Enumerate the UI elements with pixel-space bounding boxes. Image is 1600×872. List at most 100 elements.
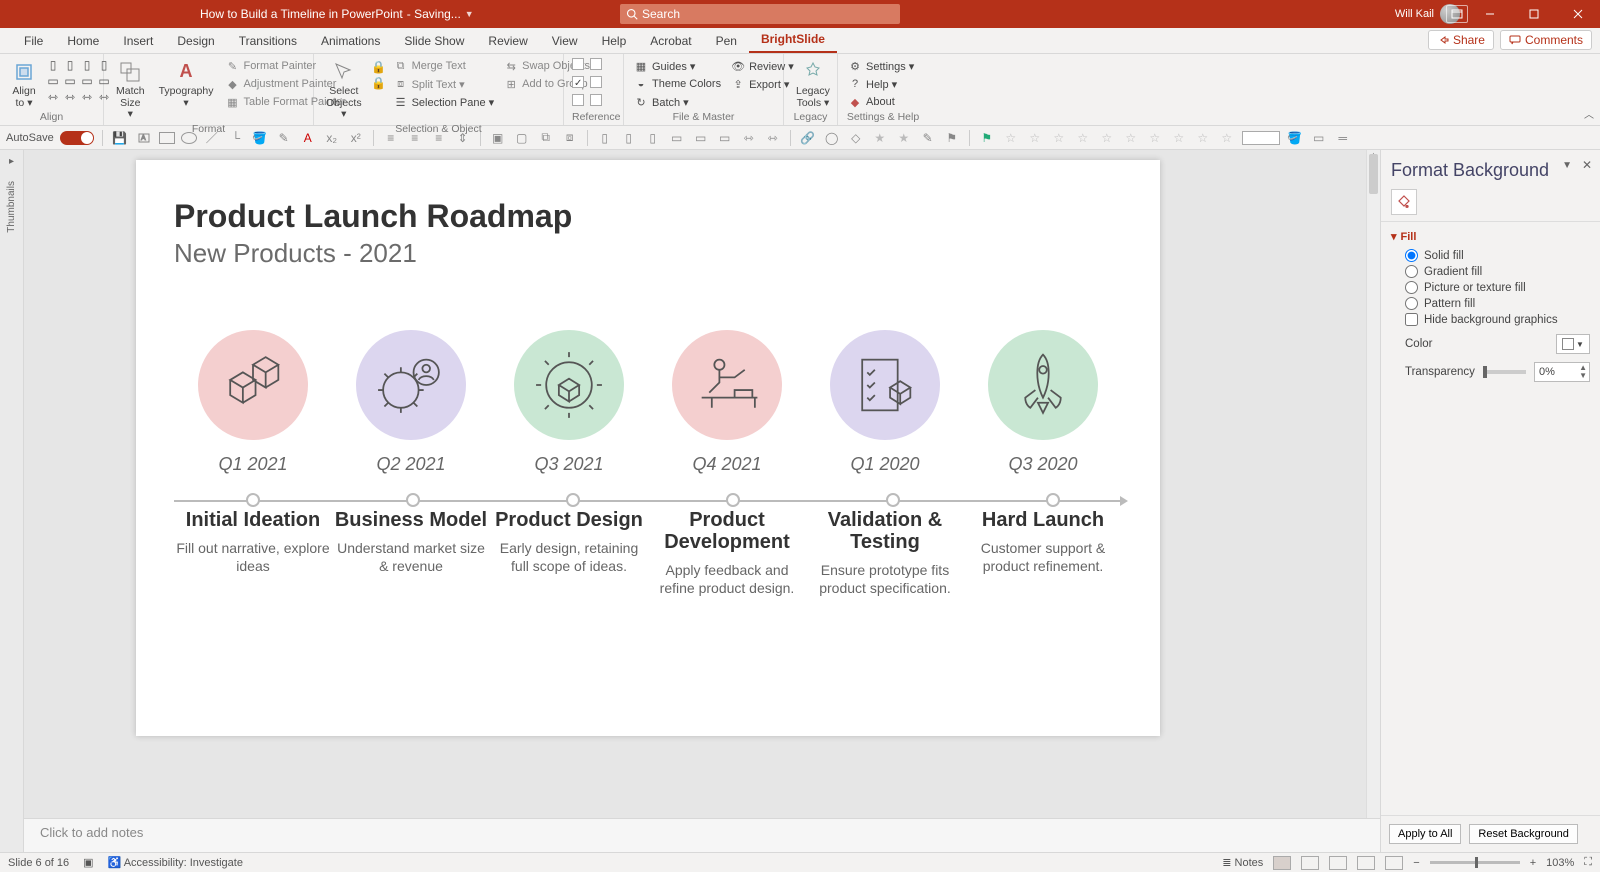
help-button[interactable]: ?Help ▾ [846,76,916,92]
tab-slideshow[interactable]: Slide Show [392,30,476,53]
ref-check-4[interactable] [590,76,602,88]
fav9-icon[interactable]: ☆ [1194,129,1212,147]
doc-dropdown-icon[interactable]: ▼ [465,9,474,19]
fit-to-window-button[interactable]: ⛶ [1584,856,1592,869]
notes-panel[interactable]: Click to add notes [24,818,1380,852]
dist3-icon[interactable]: ⇿ [80,90,94,104]
vertical-scrollbar[interactable]: ▲ ▼ [1366,150,1380,852]
align-top-icon[interactable]: ▭ [46,74,60,88]
select-objects-button[interactable]: Select Objects ▾ [322,58,366,123]
timeline-item[interactable]: Q4 2021 Product Development Apply feedba… [648,330,806,597]
tab-insert[interactable]: Insert [111,30,165,53]
qat-more-icon[interactable]: ═ [1334,129,1352,147]
share-button[interactable]: Share [1428,30,1494,50]
timeline-item[interactable]: Q1 2021 Initial Ideation Fill out narrat… [174,330,332,597]
pattern-fill-radio[interactable]: Pattern fill [1405,297,1590,310]
align-to-button[interactable]: Align to ▾ [8,58,40,111]
align-obj3-icon[interactable]: ▯ [644,129,662,147]
align-obj5-icon[interactable]: ▭ [692,129,710,147]
ref-check-3[interactable] [572,76,584,88]
dist-obj1-icon[interactable]: ⇿ [740,129,758,147]
batch-button[interactable]: ↻Batch ▾ [632,94,723,110]
tab-acrobat[interactable]: Acrobat [638,30,703,53]
crop-icon[interactable]: ◯ [823,129,841,147]
zoom-value[interactable]: 103% [1546,857,1574,869]
tab-transitions[interactable]: Transitions [227,30,309,53]
lock-icon[interactable]: 🔒 [372,60,386,74]
transparency-input[interactable]: 0%▲▼ [1534,362,1590,382]
fav6-icon[interactable]: ☆ [1122,129,1140,147]
align-bot-icon[interactable]: ▭ [80,74,94,88]
settings-button[interactable]: ⚙Settings ▾ [846,58,916,74]
match-size-button[interactable]: Match Size ▾ [112,58,149,123]
align-mid-icon[interactable]: ▭ [63,74,77,88]
slide-canvas[interactable]: Product Launch Roadmap New Products - 20… [24,150,1380,852]
slide-indicator[interactable]: Slide 6 of 16 [8,857,69,869]
star1-icon[interactable]: ★ [871,129,889,147]
split-text-button[interactable]: ⧈Split Text ▾ [392,76,497,92]
tab-help[interactable]: Help [590,30,639,53]
scrollbar-thumb[interactable] [1369,154,1378,194]
tab-review[interactable]: Review [476,30,539,53]
language-icon[interactable]: ▣ [83,856,93,869]
eyedrop-icon[interactable]: ✎ [919,129,937,147]
fav7-icon[interactable]: ☆ [1146,129,1164,147]
link-icon[interactable]: 🔗 [799,129,817,147]
selection-pane-button[interactable]: ☰Selection Pane ▾ [392,94,497,110]
star2-icon[interactable]: ★ [895,129,913,147]
color-picker-button[interactable]: ▼ [1556,334,1590,354]
zoom-in-button[interactable]: + [1530,857,1536,869]
reading-view-button[interactable] [1329,856,1347,870]
picture-fill-radio[interactable]: Picture or texture fill [1405,281,1590,294]
pane-options-icon[interactable]: ▼ [1562,160,1572,171]
align-right-icon[interactable]: ▯ [80,58,94,72]
zoom-slider[interactable] [1430,861,1520,864]
document-title[interactable]: How to Build a Timeline in PowerPoint - … [200,7,474,21]
gradient-fill-radio[interactable]: Gradient fill [1405,265,1590,278]
outline-applied-icon[interactable]: ▭ [1310,129,1328,147]
align-left-icon[interactable]: ▯ [46,58,60,72]
timeline-item[interactable]: Q3 2020 Hard Launch Customer support & p… [964,330,1122,597]
collapse-ribbon-button[interactable]: ︿ [1584,106,1594,121]
ref-check-1[interactable] [572,58,584,70]
timeline-item[interactable]: Q1 2020 Validation & Testing Ensure prot… [806,330,964,597]
slide[interactable]: Product Launch Roadmap New Products - 20… [136,160,1160,736]
legacy-tools-button[interactable]: Legacy Tools ▾ [792,58,834,111]
autosave-toggle[interactable] [60,131,94,145]
align-obj1-icon[interactable]: ▯ [596,129,614,147]
slide-title[interactable]: Product Launch Roadmap [174,198,572,235]
dist-h-icon[interactable]: ⇿ [46,90,60,104]
ref-check-2[interactable] [590,58,602,70]
presenter-view-button[interactable] [1385,856,1403,870]
solid-fill-radio[interactable]: Solid fill [1405,249,1590,262]
fill-section-header[interactable]: ▾Fill [1391,230,1590,243]
comments-button[interactable]: Comments [1500,30,1592,50]
fav5-icon[interactable]: ☆ [1098,129,1116,147]
fav3-icon[interactable]: ☆ [1050,129,1068,147]
thumbnail-rail[interactable]: ▸ Thumbnails [0,150,24,852]
reset-background-button[interactable]: Reset Background [1469,824,1578,844]
zoom-out-button[interactable]: − [1413,857,1419,869]
fav1-icon[interactable]: ☆ [1002,129,1020,147]
transparency-slider[interactable] [1483,370,1526,374]
typography-button[interactable]: ATypography ▾ [155,58,218,111]
ribbon-display-button[interactable] [1446,5,1468,23]
hide-graphics-check[interactable]: Hide background graphics [1405,313,1590,326]
merge-text-button[interactable]: ⧉Merge Text [392,58,497,74]
theme-colors-button[interactable]: ◒Theme Colors [632,76,723,92]
expand-thumbnails-icon[interactable]: ▸ [9,156,14,167]
align-obj6-icon[interactable]: ▭ [716,129,734,147]
dist-obj2-icon[interactable]: ⇿ [764,129,782,147]
slideshow-view-button[interactable] [1357,856,1375,870]
fav10-icon[interactable]: ☆ [1218,129,1236,147]
maximize-button[interactable] [1512,0,1556,28]
align-obj4-icon[interactable]: ▭ [668,129,686,147]
slide-subtitle[interactable]: New Products - 2021 [174,238,417,269]
align-obj2-icon[interactable]: ▯ [620,129,638,147]
merge-icon[interactable]: ◇ [847,129,865,147]
normal-view-button[interactable] [1273,856,1291,870]
search-input[interactable]: Search [620,4,900,24]
sorter-view-button[interactable] [1301,856,1319,870]
fav2-icon[interactable]: ☆ [1026,129,1044,147]
timeline-item[interactable]: Q2 2021 Business Model Understand market… [332,330,490,597]
